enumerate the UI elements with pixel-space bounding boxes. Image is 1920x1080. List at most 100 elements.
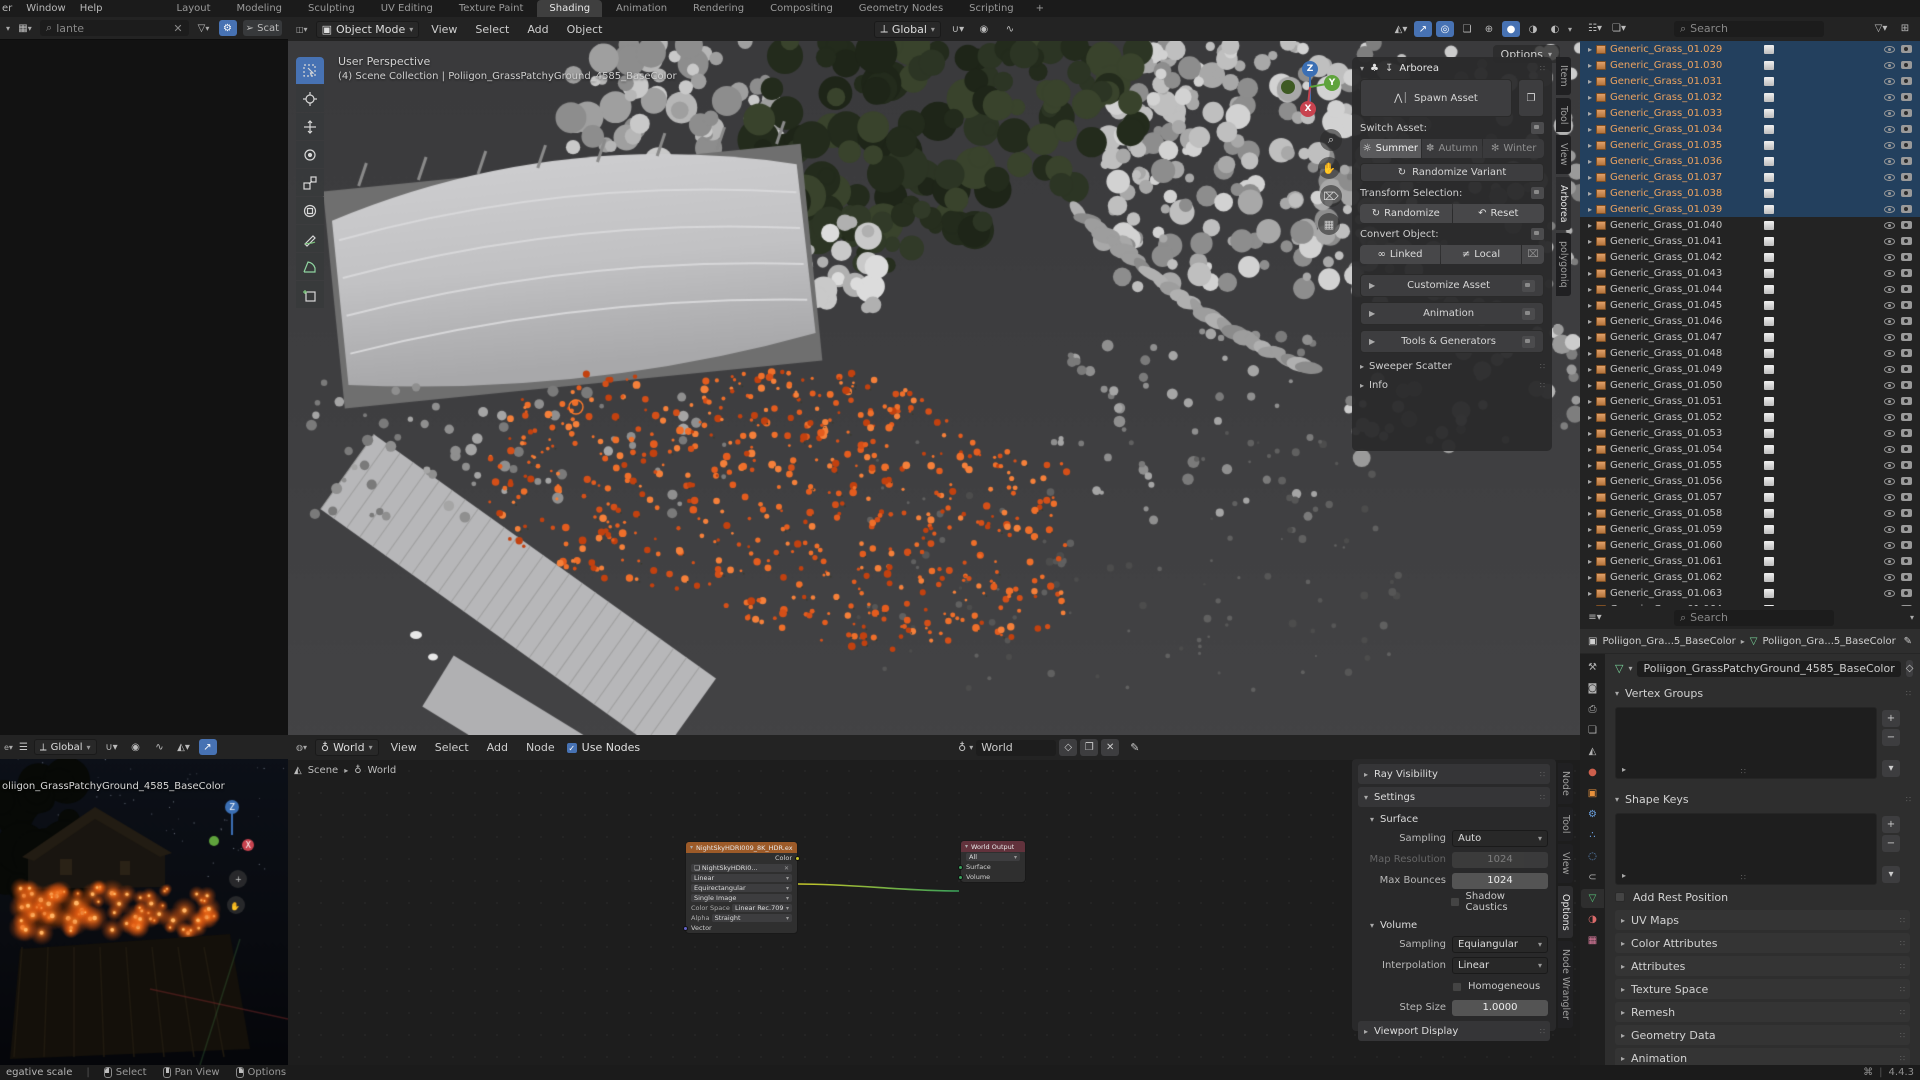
outliner-row[interactable]: ▸Generic_Grass_01.052 — [1580, 409, 1920, 425]
workspace-tab-shading[interactable]: Shading — [537, 0, 602, 17]
editor-type-icon[interactable]: ◫▾ — [296, 25, 308, 34]
world-output-node[interactable]: ▾ World Output All▾ Surface Volume — [960, 840, 1026, 883]
linked-button[interactable]: ∞Linked — [1360, 245, 1440, 264]
add-rest-position-checkbox[interactable] — [1615, 892, 1625, 902]
expand-icon[interactable]: ▸ — [1588, 413, 1592, 422]
outliner-row[interactable]: ▸Generic_Grass_01.060 — [1580, 537, 1920, 553]
navigation-gizmo[interactable]: Z Y X — [1278, 57, 1342, 121]
hide-viewport-icon[interactable] — [1884, 46, 1895, 53]
vector-input-socket[interactable] — [683, 926, 688, 931]
pin-icon[interactable]: ✎ — [1130, 741, 1139, 754]
section-attributes[interactable]: ▸Attributes∷ — [1615, 956, 1910, 976]
panel-info[interactable]: ▸Info∷ — [1360, 380, 1544, 391]
expand-icon[interactable]: ▸ — [1588, 45, 1592, 54]
outliner-row[interactable]: ▸Generic_Grass_01.033 — [1580, 105, 1920, 121]
pin-icon[interactable]: ✎ — [1904, 636, 1912, 647]
sidebar-tab-view[interactable]: View — [1556, 135, 1571, 174]
rotate-tool-button[interactable] — [296, 141, 324, 168]
hide-viewport-icon[interactable] — [1884, 366, 1895, 373]
outliner-row[interactable]: ▸Generic_Grass_01.035 — [1580, 137, 1920, 153]
shape-key-specials-icon[interactable]: ▾ — [1882, 866, 1900, 883]
node-dropdown-single-image[interactable]: Single Image▾ — [691, 894, 792, 902]
randomize-variant-button[interactable]: ↻ Randomize Variant — [1360, 163, 1544, 182]
disable-render-icon[interactable] — [1901, 45, 1912, 53]
properties-tab-render[interactable]: ◙ — [1581, 679, 1604, 698]
disable-render-icon[interactable] — [1901, 365, 1912, 373]
season-summer-button[interactable]: ☼Summer — [1360, 139, 1421, 158]
environment-texture-node[interactable]: ▾ NightSkyHDRI009_8K_HDR.exr Color ❏ Nig… — [685, 841, 798, 934]
disable-render-icon[interactable] — [1901, 301, 1912, 309]
add-shape-key-button[interactable]: + — [1882, 816, 1900, 833]
max-bounces-field[interactable]: 1024 — [1452, 873, 1548, 889]
outliner-row[interactable]: ▸Generic_Grass_01.043 — [1580, 265, 1920, 281]
expand-icon[interactable]: ▸ — [1588, 365, 1592, 374]
outliner-row[interactable]: ▸Generic_Grass_01.037 — [1580, 169, 1920, 185]
clear-search-icon[interactable]: ✕ — [173, 22, 182, 35]
hide-viewport-icon[interactable] — [1884, 110, 1895, 117]
editor-type-icon[interactable]: ◍▾ — [296, 743, 307, 752]
hide-viewport-icon[interactable] — [1884, 350, 1895, 357]
expand-icon[interactable]: ▸ — [1588, 173, 1592, 182]
surface-input-socket[interactable] — [958, 865, 963, 870]
disable-render-icon[interactable] — [1901, 461, 1912, 469]
outliner-row[interactable]: ▸Generic_Grass_01.051 — [1580, 393, 1920, 409]
outliner-row[interactable]: ▸Generic_Grass_01.059 — [1580, 521, 1920, 537]
viewport-menu-view[interactable]: View — [427, 23, 461, 36]
disable-render-icon[interactable] — [1901, 509, 1912, 517]
expand-icon[interactable]: ▸ — [1588, 493, 1592, 502]
shading-solid-icon[interactable]: ● — [1502, 21, 1520, 37]
volume-input-socket[interactable] — [958, 875, 963, 880]
hide-viewport-icon[interactable] — [1884, 398, 1895, 405]
hide-viewport-icon[interactable] — [1884, 494, 1895, 501]
asset-search-input[interactable]: ⌕ lante ✕ — [40, 20, 189, 36]
section-collapse-icon[interactable]: ▾ — [1615, 689, 1619, 698]
info-icon[interactable] — [1522, 336, 1535, 348]
properties-tab-physics[interactable]: ◌ — [1581, 847, 1604, 866]
shading-material-icon[interactable]: ◑ — [1524, 21, 1542, 37]
hide-viewport-icon[interactable] — [1884, 574, 1895, 581]
section-texture-space[interactable]: ▸Texture Space∷ — [1615, 979, 1910, 999]
season-autumn-button[interactable]: ✽Autumn — [1422, 139, 1483, 158]
panel-sweeper-scatter[interactable]: ▸Sweeper Scatter∷ — [1360, 361, 1544, 372]
select-box-tool-button[interactable] — [296, 57, 324, 84]
outliner-row[interactable]: ▸Generic_Grass_01.038 — [1580, 185, 1920, 201]
outliner-display-mode-icon[interactable]: ☷▾ — [1586, 21, 1604, 37]
cursor-tool-button[interactable] — [296, 85, 324, 112]
expand-icon[interactable]: ▸ — [1588, 589, 1592, 598]
alpha-dropdown[interactable]: Straight▾ — [712, 914, 792, 922]
world-name-field[interactable]: World — [976, 740, 1056, 756]
properties-editor-icon[interactable]: ≡▾ — [1586, 610, 1604, 626]
expand-icon[interactable]: ▸ — [1588, 333, 1592, 342]
section-uv-maps[interactable]: ▸UV Maps∷ — [1615, 910, 1910, 930]
snap-icon[interactable]: ∪▾ — [103, 739, 121, 755]
outliner-row[interactable]: ▸Generic_Grass_01.063 — [1580, 585, 1920, 601]
copy-icon[interactable]: ❐ — [1080, 739, 1098, 756]
shader-type-dropdown[interactable]: ♁ World▾ — [315, 739, 379, 756]
disable-render-icon[interactable] — [1901, 381, 1912, 389]
disable-render-icon[interactable] — [1901, 269, 1912, 277]
hide-viewport-icon[interactable] — [1884, 190, 1895, 197]
workspace-tab-modeling[interactable]: Modeling — [225, 0, 295, 17]
outliner-row[interactable]: ▸Generic_Grass_01.056 — [1580, 473, 1920, 489]
expand-icon[interactable]: ▸ — [1588, 461, 1592, 470]
ray-visibility-panel[interactable]: ▸Ray Visibility ∷ — [1358, 764, 1550, 784]
section-grip[interactable]: ∷ — [1900, 1054, 1904, 1063]
display-mode-icon[interactable]: ▦▾ — [16, 20, 34, 36]
disable-render-icon[interactable] — [1901, 557, 1912, 565]
section-grip[interactable]: ∷ — [1900, 962, 1904, 971]
remove-shape-key-button[interactable]: − — [1882, 835, 1900, 852]
hide-viewport-icon[interactable] — [1884, 510, 1895, 517]
expand-icon[interactable]: ▸ — [1588, 125, 1592, 134]
hide-viewport-icon[interactable] — [1884, 302, 1895, 309]
shape-keys-list[interactable]: ▸ ∷ + − ▾ — [1615, 813, 1877, 885]
volume-subpanel[interactable]: ▾Volume — [1352, 916, 1556, 934]
hide-viewport-icon[interactable] — [1884, 78, 1895, 85]
outliner-row[interactable]: ▸Generic_Grass_01.042 — [1580, 249, 1920, 265]
settings-panel[interactable]: ▾Settings ∷ — [1358, 787, 1550, 807]
hide-viewport-icon[interactable] — [1884, 174, 1895, 181]
hide-viewport-icon[interactable] — [1884, 206, 1895, 213]
workspace-tab-geometry-nodes[interactable]: Geometry Nodes — [847, 0, 955, 17]
topbar-menu-help[interactable]: Help — [80, 3, 103, 14]
workspace-tab-layout[interactable]: Layout — [165, 0, 223, 17]
scatter-tool-button[interactable]: ➢ Scat — [243, 20, 282, 36]
